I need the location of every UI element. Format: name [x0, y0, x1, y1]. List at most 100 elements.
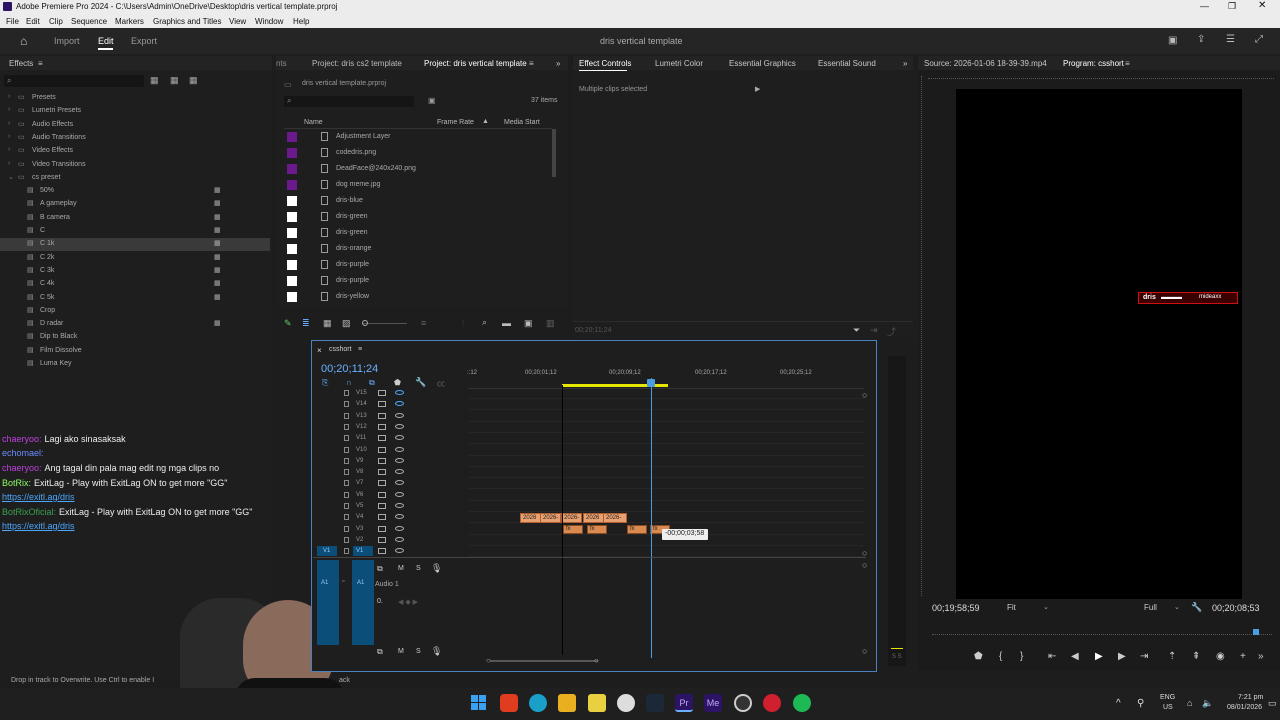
tab-effect-controls[interactable]: Effect Controls — [579, 59, 631, 68]
sync-lock-icon[interactable] — [378, 446, 386, 453]
lock-icon[interactable] — [344, 390, 349, 396]
tab-project-cs2[interactable]: Project: dris cs2 template — [312, 59, 402, 68]
microphone-icon[interactable]: 🎙 — [431, 563, 442, 574]
spotify-icon[interactable] — [793, 694, 811, 712]
accelerated-icon[interactable]: ▦ — [150, 75, 159, 86]
step-forward-icon[interactable]: ▶ — [1118, 651, 1126, 662]
freeform-view-icon[interactable]: ▨ — [342, 318, 351, 329]
sync-lock-icon[interactable] — [378, 503, 386, 509]
col-frame-rate[interactable]: Frame Rate — [437, 119, 474, 126]
program-video-frame[interactable]: dris ▬▬▬ mideaxx — [956, 89, 1242, 599]
solo-button[interactable]: S — [416, 565, 421, 572]
eye-icon[interactable] — [395, 514, 404, 520]
eye-icon[interactable] — [395, 469, 404, 475]
clock-time[interactable]: 7:21 pm — [1238, 694, 1263, 701]
maximize-icon[interactable]: ❐ — [1228, 1, 1236, 12]
timeline-zoom-scrollbar[interactable] — [490, 660, 598, 662]
mute-button[interactable]: M — [398, 565, 404, 572]
sync-lock-icon[interactable] — [378, 525, 386, 532]
zoom-slider-handle[interactable] — [362, 320, 368, 326]
add-marker-icon[interactable]: ⬟ — [974, 651, 983, 662]
tab-project-vertical[interactable]: Project: dris vertical template — [424, 59, 527, 68]
panel-menu-icon[interactable]: ≡ — [38, 59, 43, 68]
wrench-icon[interactable]: 🔧 — [415, 377, 426, 388]
effects-preset-item[interactable]: ▤ C 3k ▦ — [0, 265, 270, 278]
lock-icon[interactable] — [344, 435, 349, 442]
chevron-right-icon[interactable]: › — [8, 160, 10, 167]
sync-lock-icon[interactable] — [378, 423, 386, 430]
lock-icon[interactable] — [344, 525, 349, 532]
eye-icon[interactable] — [395, 390, 404, 395]
edge-browser-icon[interactable] — [529, 694, 547, 712]
sync-lock-icon[interactable] — [378, 412, 386, 419]
effects-folder[interactable]: › ▭ Presets — [0, 92, 270, 105]
sync-lock-icon[interactable] — [378, 548, 386, 555]
keyframe-nav-icon[interactable]: ◀ ◆ ▶ — [398, 598, 418, 606]
obs-icon[interactable] — [734, 694, 752, 712]
eye-icon[interactable] — [395, 548, 404, 554]
col-name[interactable]: Name — [304, 119, 323, 126]
chevron-right-icon[interactable]: › — [8, 146, 10, 153]
sync-lock-icon[interactable] — [378, 514, 386, 521]
timeline-clip-fx[interactable]: fx — [587, 525, 607, 534]
volume-icon[interactable]: 🔈 — [1202, 698, 1213, 709]
find-icon[interactable]: ⌕ — [482, 317, 487, 328]
menu-markers[interactable]: Markers — [115, 17, 144, 26]
more-tabs-icon[interactable]: » — [556, 59, 560, 68]
panel-menu-icon[interactable]: ≡ — [1125, 59, 1130, 68]
effects-preset-item[interactable]: ▤ C 4k ▦ — [0, 278, 270, 291]
lock-icon[interactable] — [344, 412, 349, 419]
lock-icon[interactable] — [344, 491, 349, 498]
fit-dropdown[interactable]: Fit — [1007, 603, 1016, 612]
effects-preset-item[interactable]: ▤ Dip to Black — [0, 331, 270, 344]
close-icon[interactable]: ✕ — [1258, 0, 1266, 11]
network-icon[interactable]: ⌂ — [1187, 698, 1192, 708]
new-item-icon[interactable]: ▣ — [524, 318, 533, 329]
chevron-right-icon[interactable]: › — [8, 133, 10, 140]
panel-menu-icon[interactable]: ≡ — [358, 346, 362, 353]
project-item[interactable]: dris-yellow — [283, 289, 555, 305]
eye-icon[interactable] — [395, 423, 404, 429]
more-icon[interactable]: » — [1258, 651, 1264, 662]
lock-icon[interactable] — [344, 548, 349, 555]
effects-folder[interactable]: › ▭ Audio Effects — [0, 119, 270, 132]
effects-preset-item[interactable]: ▤ A gameplay ▦ — [0, 198, 270, 211]
effects-tab[interactable]: Effects — [9, 59, 33, 68]
menu-window[interactable]: Window — [255, 17, 283, 26]
effects-preset-item[interactable]: ▤ Crop — [0, 305, 270, 318]
linked-selection-icon[interactable]: ⧉ — [369, 378, 375, 388]
timeline-clip-fx[interactable]: fx — [563, 525, 583, 534]
tab-export[interactable]: Export — [131, 36, 157, 46]
effects-preset-item[interactable]: ▤ B camera ▦ — [0, 212, 270, 225]
sequence-tab[interactable]: csshort — [329, 346, 352, 353]
menu-view[interactable]: View — [229, 17, 246, 26]
yuv-icon[interactable]: ▦ — [189, 75, 198, 86]
lock-icon[interactable] — [344, 401, 349, 408]
effects-preset-item[interactable]: ▤ C 5k ▦ — [0, 292, 270, 305]
chevron-right-icon[interactable]: › — [8, 93, 10, 100]
effects-search-input[interactable]: ⌕ — [4, 75, 144, 87]
lock-icon[interactable] — [344, 423, 349, 430]
zoom-handle-right[interactable]: ○ — [594, 656, 599, 665]
sync-lock-icon[interactable] — [378, 457, 386, 464]
project-item[interactable]: dris-blue — [283, 193, 555, 209]
export-frame-icon[interactable]: ⤴ — [887, 325, 896, 338]
scroll-handle-icon[interactable]: ○ — [862, 646, 867, 656]
scroll-handle-icon[interactable]: ○ — [862, 390, 867, 400]
lift-icon[interactable]: ⇡ — [1168, 651, 1176, 662]
pencil-icon[interactable]: ✎ — [284, 318, 292, 329]
file-explorer-icon[interactable] — [558, 694, 576, 712]
lock-icon[interactable] — [344, 469, 349, 476]
filter-icon[interactable]: ⏷ — [853, 325, 860, 336]
sync-lock-icon[interactable] — [378, 491, 386, 498]
project-item[interactable]: dris-green — [283, 209, 555, 225]
tray-expand-icon[interactable]: ^ — [1116, 698, 1121, 709]
eye-icon[interactable] — [395, 412, 404, 418]
eye-icon[interactable] — [395, 536, 404, 542]
media-encoder-icon[interactable]: Me — [704, 694, 722, 712]
quick-export-icon[interactable]: ▣ — [1168, 35, 1177, 46]
home-icon[interactable]: ⌂ — [20, 34, 27, 48]
zoom-slider[interactable] — [363, 323, 407, 324]
scroll-handle-icon[interactable]: ○ — [862, 560, 867, 570]
track-output-icon[interactable]: ⧉ — [377, 564, 383, 574]
